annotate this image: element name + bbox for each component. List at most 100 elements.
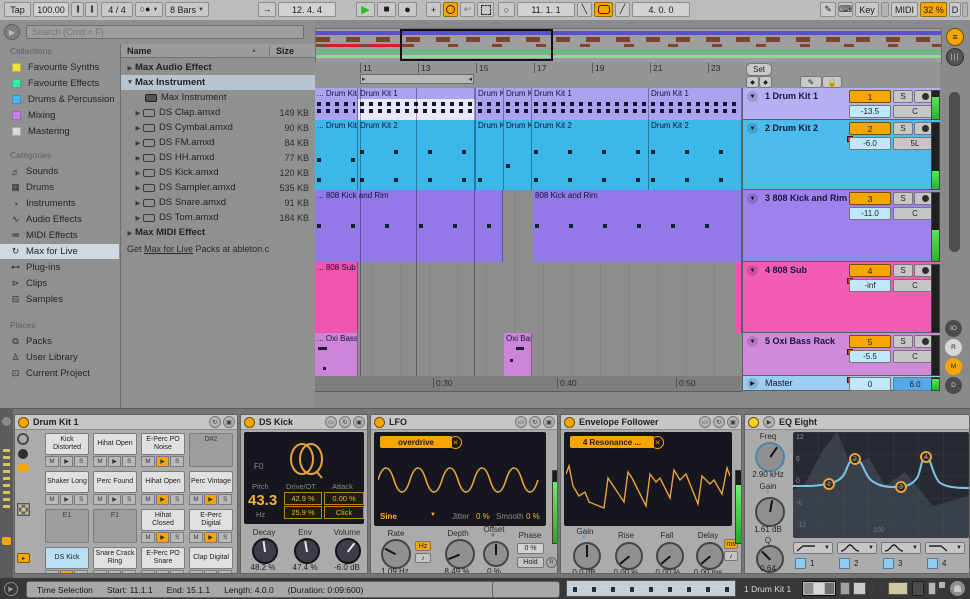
sidebar-item-plug-ins[interactable]: ⊷Plug-ins	[0, 260, 119, 275]
pad-mode-button[interactable]: ▸	[17, 553, 30, 563]
eq-display[interactable]: 12 6 0 -6 -12 100 1 2 3 4	[793, 432, 969, 538]
pad-mute[interactable]: M	[189, 570, 203, 574]
drum-pad-perc-vintage[interactable]: Perc VintageM▶S	[189, 471, 233, 505]
drum-pad-e-perc-po-snare[interactable]: E-Perc PO SnareM▶S	[141, 547, 185, 574]
band-4-toggle[interactable]: 4	[927, 558, 967, 569]
device-on-led[interactable]	[564, 417, 575, 428]
set-locator-button[interactable]: Set	[746, 63, 772, 76]
jitter-value[interactable]: 0 %	[476, 512, 490, 521]
drum-pad-e-perc-digital[interactable]: E-Perc DigitalM▶S	[189, 509, 233, 543]
volume-field[interactable]: -13.5	[849, 105, 891, 118]
sidebar-item-drums[interactable]: ▦Drums	[0, 180, 119, 195]
click-button[interactable]: Click	[324, 506, 364, 519]
io-toggle[interactable]	[17, 464, 29, 472]
pad-mute[interactable]: M	[45, 570, 59, 574]
save-preset-icon[interactable]: ▣	[353, 416, 365, 428]
device-title-bar[interactable]: DS Kick ▭ ↻ ▣	[241, 415, 367, 430]
map-target-button[interactable]: overdrive	[380, 436, 452, 448]
time-signature-field[interactable]: 4 / 4	[101, 2, 133, 17]
gain-knob[interactable]	[573, 542, 601, 570]
clip[interactable]: Oxi Bas	[504, 333, 532, 376]
volume-knob[interactable]	[335, 538, 361, 564]
band-4-filter-type[interactable]: ▼	[925, 542, 965, 554]
retrigger-button[interactable]: R	[546, 557, 557, 568]
sidebar-item-current-project[interactable]: ⊡Current Project	[0, 366, 119, 381]
clip[interactable]: 808 Kick and Rim	[533, 190, 742, 262]
pad-mute[interactable]: M	[189, 494, 203, 505]
device-on-led[interactable]	[18, 417, 29, 428]
device-title-bar[interactable]: Envelope Follower ▭ ↻ ▣	[561, 415, 741, 430]
pad-solo[interactable]: S	[170, 532, 184, 543]
drum-pad-empty-f1[interactable]: F1	[93, 509, 137, 543]
pad-mute[interactable]: M	[45, 494, 59, 505]
loop-end-handle[interactable]: ◂	[468, 75, 472, 83]
hot-swap-icon[interactable]: ↻	[339, 416, 351, 428]
pitch-value[interactable]: 43.3	[248, 492, 277, 509]
volume-field[interactable]: -5.5	[849, 350, 891, 363]
master-fold-button[interactable]: ▶	[747, 378, 758, 389]
band-2-toggle[interactable]: 2	[839, 558, 879, 569]
file-row-ds-fm[interactable]: ▶DS FM.amxd84 KB	[121, 135, 315, 150]
pad-mute[interactable]: M	[141, 532, 155, 543]
sidebar-item-favourite-effects[interactable]: Favourite Effects	[0, 76, 119, 91]
hot-swap-icon[interactable]: ↻	[529, 416, 541, 428]
master-volume-field[interactable]: 0	[849, 377, 891, 391]
pad-mute[interactable]: M	[141, 456, 155, 467]
pad-solo[interactable]: S	[218, 532, 232, 543]
arrangement-position-field[interactable]: 12. 4. 4	[278, 2, 336, 17]
file-row-ds-sampler[interactable]: ▶DS Sampler.amxd535 KB	[121, 180, 315, 195]
preview-button[interactable]: ▶	[4, 582, 18, 596]
device-minimap-item[interactable]	[939, 582, 945, 588]
sidebar-item-midi-effects[interactable]: ≔MIDI Effects	[0, 228, 119, 243]
search-input[interactable]	[26, 25, 304, 39]
clip[interactable]: ... Oxi Bass	[315, 333, 358, 376]
sidebar-item-max-for-live[interactable]: ↻Max for Live	[0, 244, 119, 259]
sidebar-item-drums-percussion[interactable]: Drums & Percussion	[0, 92, 119, 107]
map-target-button[interactable]: 4 Resonance ...	[570, 436, 654, 448]
hz-mode-button[interactable]: Hz	[415, 541, 431, 551]
device-minimap-selected[interactable]	[802, 581, 836, 596]
sidebar-item-favourite-synths[interactable]: Favourite Synths	[0, 60, 119, 75]
track-header-master[interactable]: ▶ Master 0 6.0	[742, 376, 940, 391]
phase-field[interactable]: 0 %	[517, 543, 544, 554]
pad-play-icon[interactable]: ▶	[108, 494, 122, 505]
draw-automation-button[interactable]: ✎	[800, 76, 822, 88]
fold-icon[interactable]: ▭	[699, 416, 711, 428]
offset-knob[interactable]	[483, 541, 509, 567]
pad-mute[interactable]: M	[93, 494, 107, 505]
midi-map-button[interactable]: MIDI	[891, 2, 918, 17]
solo-button[interactable]: S	[893, 192, 913, 205]
drum-pad-shaker-long[interactable]: Shaker LongM▶S	[45, 471, 89, 505]
device-on-led[interactable]	[748, 417, 759, 428]
computer-midi-keyboard-button[interactable]: ⌨	[838, 2, 853, 17]
gain-knob[interactable]	[755, 497, 785, 527]
device-title-bar[interactable]: LFO ▭ ↻ ▣	[371, 415, 557, 430]
pad-mute[interactable]: M	[141, 570, 155, 574]
returns-section-toggle[interactable]: R	[945, 339, 962, 356]
clip[interactable]: Drum K	[476, 120, 504, 190]
drum-pad-perc-found[interactable]: Perc FoundM▶S	[93, 471, 137, 505]
arrangement-view-toggle[interactable]: ≡	[946, 28, 964, 46]
file-row-max-midi-effect[interactable]: ▶Max MIDI Effect	[121, 225, 315, 240]
sidebar-item-instruments[interactable]: ◔Instruments	[0, 196, 119, 211]
quantization-menu[interactable]: 8 Bars▼	[165, 2, 209, 17]
follow-button[interactable]: →	[258, 2, 276, 17]
eq-node-4[interactable]: 4	[920, 451, 932, 463]
track-header-808-sub[interactable]: ▼ 4 808 Sub 4 S -inf C	[742, 262, 940, 333]
band-3-filter-type[interactable]: ▼	[881, 542, 921, 554]
device-view-side-strip[interactable]	[0, 409, 13, 579]
unmap-button[interactable]: ✕	[651, 436, 664, 449]
arrangement-overview[interactable]	[315, 28, 942, 64]
drum-pad-kick-distorted[interactable]: Kick DistortedM▶S	[45, 433, 89, 467]
device-title-bar[interactable]: Drum Kit 1 ↻ ▣	[15, 415, 237, 430]
file-row-ds-clap[interactable]: ▶DS Clap.amxd149 KB	[121, 105, 315, 120]
band-1-toggle[interactable]: 1	[795, 558, 835, 569]
sidebar-item-mastering[interactable]: Mastering	[0, 124, 119, 139]
pad-play-icon[interactable]: ▶	[156, 532, 170, 543]
track-activator[interactable]: 1	[849, 90, 891, 103]
file-row-max-instrument-group[interactable]: ▼Max Instrument	[121, 75, 315, 90]
clip[interactable]: ... 808 Sub	[315, 262, 358, 333]
pad-solo[interactable]: S	[74, 570, 88, 574]
clip[interactable]: ... Drum Kit	[315, 120, 358, 190]
device-on-led[interactable]	[244, 417, 255, 428]
